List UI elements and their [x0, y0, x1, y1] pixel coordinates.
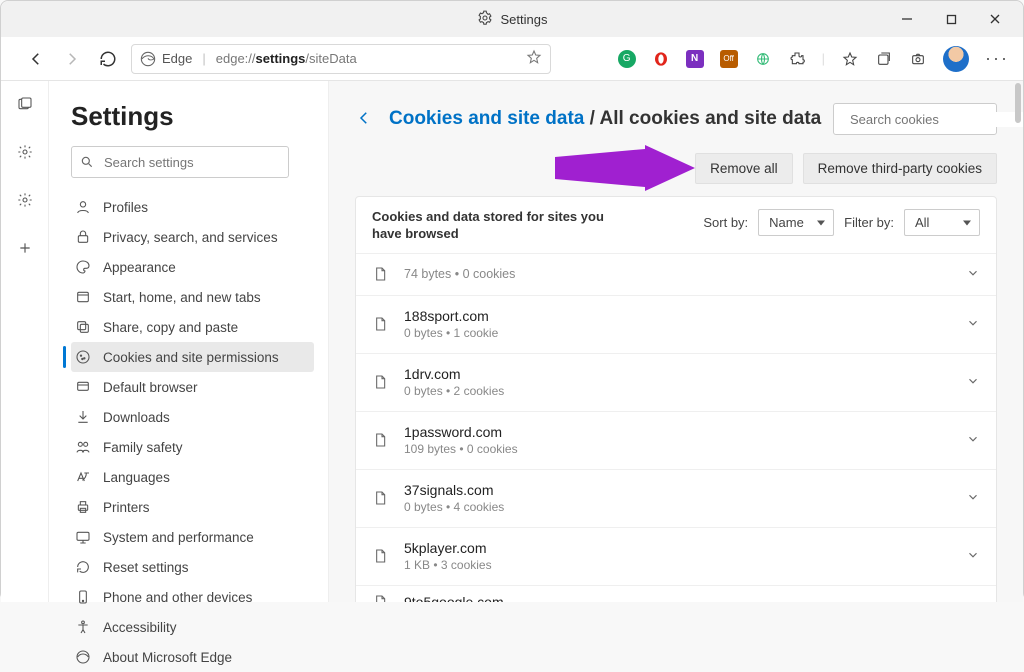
breadcrumb-link[interactable]: Cookies and site data — [389, 108, 584, 129]
file-icon — [372, 315, 388, 333]
chevron-down-icon — [966, 548, 980, 565]
sidebar-item-reset[interactable]: Reset settings — [71, 552, 314, 582]
screenshot-icon[interactable] — [909, 50, 927, 68]
sidebar-item-appearance[interactable]: Appearance — [71, 252, 314, 282]
page-scrollbar[interactable] — [1015, 83, 1021, 123]
file-icon — [372, 547, 388, 565]
collections-icon[interactable] — [875, 50, 893, 68]
address-url: edge://settings/siteData — [216, 51, 357, 66]
sort-by-label: Sort by: — [703, 215, 748, 230]
edge-logo-icon — [140, 51, 156, 67]
window-titlebar: Settings — [1, 1, 1023, 37]
sidebar-item-languages[interactable]: Languages — [71, 462, 314, 492]
card-title: Cookies and data stored for sites you ha… — [372, 209, 612, 243]
extension-grammarly[interactable]: G — [618, 50, 636, 68]
cookie-row[interactable]: 1drv.com0 bytes • 2 cookies — [356, 353, 996, 411]
window-maximize[interactable] — [929, 1, 973, 37]
filter-by-select[interactable]: All — [904, 209, 980, 236]
cookie-row[interactable]: 5kplayer.com1 KB • 3 cookies — [356, 527, 996, 585]
search-settings-input[interactable] — [71, 146, 289, 178]
profile-avatar[interactable] — [943, 46, 969, 72]
chevron-down-icon — [966, 316, 980, 333]
gear-icon — [477, 10, 493, 29]
cookie-row[interactable]: 74 bytes • 0 cookies — [356, 253, 996, 295]
extension-onenote[interactable]: N — [686, 50, 704, 68]
sort-by-select[interactable]: Name — [758, 209, 834, 236]
file-icon — [372, 373, 388, 391]
remove-all-button[interactable]: Remove all — [695, 153, 793, 184]
window-minimize[interactable] — [885, 1, 929, 37]
more-menu-icon[interactable]: ··· — [985, 48, 1009, 69]
sidebar-item-accessibility[interactable]: Accessibility — [71, 612, 314, 642]
cookie-row[interactable]: 9to5google.com — [356, 585, 996, 602]
file-icon — [372, 489, 388, 507]
nav-forward[interactable] — [61, 48, 83, 70]
settings-content: Cookies and site data / All cookies and … — [329, 81, 1023, 602]
window-close[interactable] — [973, 1, 1017, 37]
chevron-down-icon — [966, 374, 980, 391]
window-controls — [885, 1, 1017, 37]
browser-toolbar: Edge | edge://settings/siteData G N Off … — [1, 37, 1023, 81]
favorites-icon[interactable] — [841, 50, 859, 68]
file-icon — [372, 431, 388, 449]
breadcrumb: Cookies and site data / All cookies and … — [389, 108, 821, 130]
chevron-down-icon — [966, 432, 980, 449]
cookie-row[interactable]: 37signals.com0 bytes • 4 cookies — [356, 469, 996, 527]
sidebar-item-system[interactable]: System and performance — [71, 522, 314, 552]
gear-icon[interactable] — [10, 137, 40, 167]
cookie-row[interactable]: 1password.com109 bytes • 0 cookies — [356, 411, 996, 469]
tab-actions-icon[interactable] — [10, 89, 40, 119]
sidebar-item-default-browser[interactable]: Default browser — [71, 372, 314, 402]
sidebar-item-privacy[interactable]: Privacy, search, and services — [71, 222, 314, 252]
window-title: Settings — [501, 12, 548, 27]
sidebar-item-phone[interactable]: Phone and other devices — [71, 582, 314, 612]
sidebar-item-profiles[interactable]: Profiles — [71, 192, 314, 222]
settings-nav-list: Profiles Privacy, search, and services A… — [71, 192, 314, 672]
sidebar-item-start[interactable]: Start, home, and new tabs — [71, 282, 314, 312]
window-title-group: Settings — [477, 10, 548, 29]
sidebar-item-family[interactable]: Family safety — [71, 432, 314, 462]
vertical-tab-strip — [1, 81, 49, 602]
nav-back[interactable] — [25, 48, 47, 70]
settings-heading: Settings — [71, 101, 314, 132]
site-identity[interactable]: Edge — [140, 51, 192, 67]
sidebar-item-cookies[interactable]: Cookies and site permissions — [71, 342, 314, 372]
address-bar[interactable]: Edge | edge://settings/siteData — [131, 44, 551, 74]
filter-by-label: Filter by: — [844, 215, 894, 230]
sidebar-item-share[interactable]: Share, copy and paste — [71, 312, 314, 342]
favorite-star-icon[interactable] — [526, 49, 542, 68]
extension-opera[interactable] — [652, 50, 670, 68]
extensions-menu-icon[interactable] — [788, 50, 806, 68]
cookie-row[interactable]: 188sport.com0 bytes • 1 cookie — [356, 295, 996, 353]
extension-office[interactable]: Off — [720, 50, 738, 68]
chevron-down-icon — [966, 490, 980, 507]
back-arrow-icon[interactable] — [355, 109, 373, 130]
cookies-card: Cookies and data stored for sites you ha… — [355, 196, 997, 602]
nav-refresh[interactable] — [97, 48, 119, 70]
annotation-arrow — [555, 145, 695, 191]
cookie-row-sub: 74 bytes • 0 cookies — [404, 267, 515, 281]
gear-icon[interactable] — [10, 185, 40, 215]
settings-sidebar: Settings Profiles Privacy, search, and s… — [49, 81, 329, 602]
remove-third-party-button[interactable]: Remove third-party cookies — [803, 153, 997, 184]
extension-globe[interactable] — [754, 50, 772, 68]
chevron-down-icon — [966, 266, 980, 283]
sidebar-item-printers[interactable]: Printers — [71, 492, 314, 522]
sidebar-item-downloads[interactable]: Downloads — [71, 402, 314, 432]
file-icon — [372, 265, 388, 283]
new-tab-icon[interactable] — [10, 233, 40, 263]
sidebar-item-about[interactable]: About Microsoft Edge — [71, 642, 314, 672]
search-cookies-input[interactable] — [833, 103, 997, 135]
search-icon — [80, 155, 94, 169]
